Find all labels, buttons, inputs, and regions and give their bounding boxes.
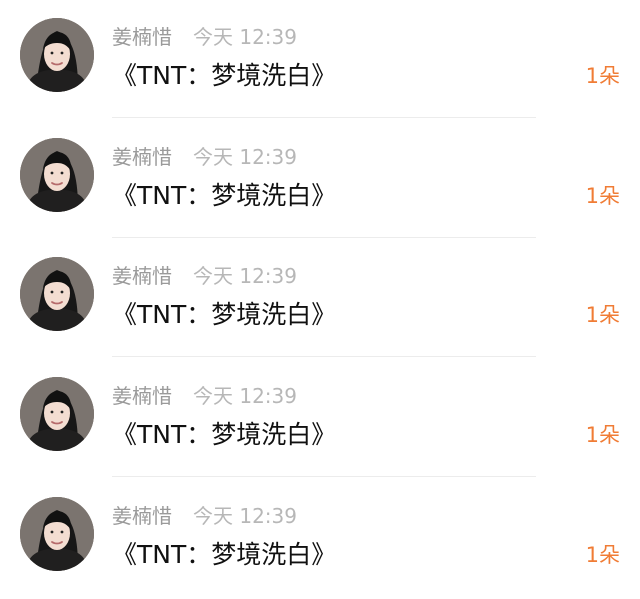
message-item[interactable]: 姜楠惜 今天 12:39 《TNT：梦境洗白》 1朵 [0,479,640,599]
divider [112,237,536,238]
message-text: 《TNT：梦境洗白》 [112,300,337,329]
avatar[interactable] [20,138,94,212]
timestamp: 今天 12:39 [193,145,297,169]
divider [112,356,536,357]
gift-count: 1朵 [585,303,620,327]
message-list: 姜楠惜 今天 12:39 《TNT：梦境洗白》 1朵 姜楠惜 今天 12:39 … [0,0,640,593]
divider [112,476,536,477]
avatar-photo-icon [20,138,94,212]
avatar[interactable] [20,18,94,92]
avatar[interactable] [20,497,94,571]
avatar-photo-icon [20,257,94,331]
divider [112,117,536,118]
message-item[interactable]: 姜楠惜 今天 12:39 《TNT：梦境洗白》 1朵 [0,0,640,120]
timestamp: 今天 12:39 [193,25,297,49]
avatar-photo-icon [20,377,94,451]
message-text: 《TNT：梦境洗白》 [112,61,337,90]
message-text: 《TNT：梦境洗白》 [112,420,337,449]
timestamp: 今天 12:39 [193,384,297,408]
message-item[interactable]: 姜楠惜 今天 12:39 《TNT：梦境洗白》 1朵 [0,120,640,240]
gift-count: 1朵 [585,543,620,567]
avatar-photo-icon [20,497,94,571]
gift-count: 1朵 [585,184,620,208]
gift-count: 1朵 [585,64,620,88]
timestamp: 今天 12:39 [193,264,297,288]
username[interactable]: 姜楠惜 [112,144,172,170]
username[interactable]: 姜楠惜 [112,263,172,289]
message-item[interactable]: 姜楠惜 今天 12:39 《TNT：梦境洗白》 1朵 [0,359,640,479]
message-text: 《TNT：梦境洗白》 [112,181,337,210]
avatar[interactable] [20,377,94,451]
username[interactable]: 姜楠惜 [112,503,172,529]
username[interactable]: 姜楠惜 [112,383,172,409]
timestamp: 今天 12:39 [193,504,297,528]
username[interactable]: 姜楠惜 [112,24,172,50]
avatar[interactable] [20,257,94,331]
avatar-photo-icon [20,18,94,92]
message-text: 《TNT：梦境洗白》 [112,540,337,569]
gift-count: 1朵 [585,423,620,447]
message-item[interactable]: 姜楠惜 今天 12:39 《TNT：梦境洗白》 1朵 [0,239,640,359]
